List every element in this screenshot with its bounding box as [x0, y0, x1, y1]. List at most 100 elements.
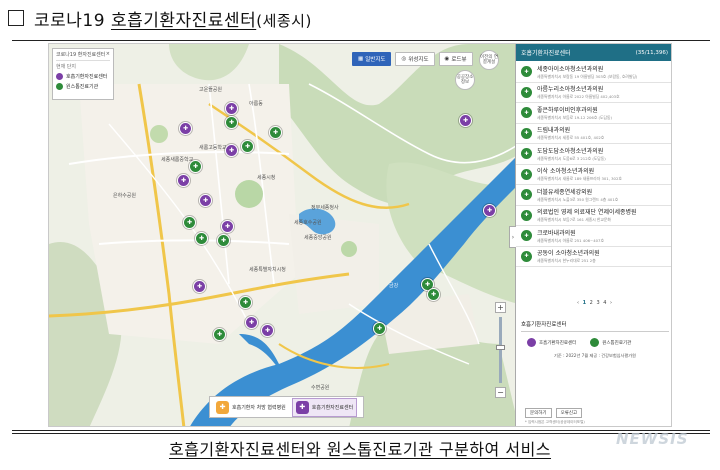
clinic-marker[interactable]: ✚: [183, 216, 196, 229]
center-marker[interactable]: ✚: [221, 220, 234, 233]
map-type-satellite-button[interactable]: ◎ 위성지도: [395, 52, 435, 66]
legend-panel-title-row: 코로나19 환자진료센터 ×: [56, 51, 110, 61]
heading-main: 호흡기환자진료센터: [110, 10, 257, 31]
clinic-marker[interactable]: ✚: [239, 296, 252, 309]
round-button-layer[interactable]: 이전의 연결계설: [479, 50, 499, 70]
panel-buttons: 문의하기 오류신고: [525, 408, 583, 418]
center-marker[interactable]: ✚: [179, 122, 192, 135]
hospital-icon: ✚: [216, 400, 229, 414]
green-dot-icon: [590, 338, 600, 347]
page-link[interactable]: 2: [590, 300, 594, 306]
list-item[interactable]: ✚ 좋은하루이비인후과의원 세종특별자치시 보듬로 19-12 206호 (도담동): [516, 103, 671, 124]
map-label-lake-park: 세종호수공원: [294, 220, 322, 226]
list-item-address: 세종특별자치시 보듬7로 161 세종시 한교문화: [537, 217, 611, 223]
inquiry-button[interactable]: 문의하기: [525, 408, 552, 418]
next-page-button[interactable]: ›: [610, 300, 613, 306]
clinic-marker[interactable]: ✚: [427, 288, 440, 301]
list-item-name: 아름누리소아청소년과의원: [537, 86, 604, 94]
center-marker[interactable]: ✚: [177, 174, 190, 187]
list-item[interactable]: ✚ 아름누리소아청소년과의원 세종특별자치시 아름로 2022 아름빌딩 402,4…: [516, 83, 671, 103]
clinic-marker[interactable]: ✚: [225, 116, 238, 129]
list-item[interactable]: ✚ 크로바내과의원 세종특별자치시 아름로 251 406~407호: [516, 226, 671, 247]
list-item[interactable]: ✚ 의료법인 영제 의료재단 연제이세종병원 세종특별자치시 보듬7로 161 세종…: [516, 206, 671, 226]
heading-sub: (세종시): [256, 11, 312, 30]
zoom-in-button[interactable]: +: [495, 302, 506, 313]
checkbox-square-icon: [8, 10, 24, 26]
zoom-slider-knob[interactable]: [496, 345, 505, 350]
page-link-current[interactable]: 1: [583, 300, 587, 306]
list-item-address: 세종특별자치시 세종로 55 401호, 402호: [537, 135, 605, 141]
center-marker[interactable]: ✚: [225, 102, 238, 115]
list-item[interactable]: ✚ 더블유세종연세강외원 세종특별자치시 노을3로 350 원그랜드 4층 401호: [516, 185, 671, 206]
clinic-icon: ✚: [295, 400, 309, 414]
list-item[interactable]: ✚ 세종아이소아청소년과의원 세종특별자치시 보람동 19 아름빌딩 303호 (보…: [516, 62, 671, 83]
clinic-marker[interactable]: ✚: [241, 140, 254, 153]
list-item-address: 세종특별자치시 아름로 2022 아름빌딩 402,403호: [537, 94, 620, 100]
clinic-marker[interactable]: ✚: [269, 126, 282, 139]
clinic-icon: ✚: [521, 66, 532, 78]
map-type-toolbar: ▦ 일반지도 ◎ 위성지도 ◉ 로드뷰: [352, 52, 473, 66]
clinic-icon: ✚: [521, 127, 532, 139]
heading-prefix: 코로나19: [34, 10, 106, 31]
center-marker[interactable]: ✚: [245, 316, 258, 329]
green-dot-icon: [56, 83, 63, 90]
list-item-address: 세종특별자치시 보람동 19 아름빌딩 303호 (보람동, 호려빌딩): [537, 73, 638, 79]
center-marker[interactable]: ✚: [483, 204, 496, 217]
map-screenshot-frame: 세종특별자치시청 정부세종청사 세종중앙공원 세종호수공원 금강 새롬고등학교 …: [48, 43, 672, 427]
list-item[interactable]: ✚ 드림내과의원 세종특별자치시 세종로 55 401호, 402호: [516, 124, 671, 144]
map-label-city-hall: 세종시청: [257, 175, 276, 181]
detail-legend: 호흡기환자진료센터 원스톱진료기관: [521, 338, 669, 347]
roadview-button[interactable]: ◉ 로드뷰: [438, 52, 473, 66]
center-marker[interactable]: ✚: [261, 324, 274, 337]
report-error-button[interactable]: 오류신고: [555, 408, 583, 418]
center-marker[interactable]: ✚: [225, 144, 238, 157]
caption-text: 호흡기환자진료센터와 원스톱진료기관 구분하여 서비스: [168, 440, 552, 459]
clinic-marker[interactable]: ✚: [189, 160, 202, 173]
map-label-saerom-high: 새롬고등학교: [199, 145, 227, 151]
list-item[interactable]: ✚ 공동이 소아청소년과의원 세종특별자치시 한누리대로 251 2층: [516, 247, 671, 267]
clinic-marker[interactable]: ✚: [217, 234, 230, 247]
close-icon[interactable]: ×: [106, 51, 110, 58]
results-panel-title: 호흡기환자진료센터: [521, 50, 571, 57]
clinic-marker[interactable]: ✚: [373, 322, 386, 335]
center-marker[interactable]: ✚: [199, 194, 212, 207]
clinic-icon: ✚: [521, 168, 532, 180]
document-heading: 코로나19 호흡기환자진료센터(세종시): [8, 4, 312, 32]
detail-legend-label: 호흡기환자진료센터: [539, 340, 577, 346]
list-item-name: 의료법인 영제 의료재단 연제이세종병원: [537, 209, 637, 217]
filter-prescription-hospital[interactable]: ✚ 호흡기환자 처방 협력병원: [216, 400, 286, 414]
map-legend-filter: ✚ 호흡기환자 처방 협력병원 ✚ 호흡기환자진료센터: [209, 396, 365, 418]
caption: 호흡기환자진료센터와 원스톱진료기관 구분하여 서비스: [0, 436, 720, 460]
round-button-public[interactable]: 공공장소 정보: [455, 70, 475, 90]
clinic-icon: ✚: [521, 107, 532, 119]
panel-collapse-button[interactable]: ›: [509, 226, 516, 248]
list-item-name: 도담도담소아청소년과의원: [537, 147, 604, 155]
heading-text: 코로나19 호흡기환자진료센터(세종시): [34, 6, 312, 31]
legend-row-center[interactable]: 호흡기환자진료센터: [56, 73, 110, 80]
page-link[interactable]: 4: [603, 300, 607, 306]
clinic-marker[interactable]: ✚: [213, 328, 226, 341]
zoom-slider[interactable]: [496, 317, 505, 383]
map-label-river: 금강: [389, 283, 399, 289]
list-item-name: 세종아이소아청소년과의원: [537, 65, 604, 73]
list-item[interactable]: ✚ 이삭 소아청소년과의원 세종특별자치시 새롬로 189 새롬프라자 301, 3…: [516, 165, 671, 185]
prev-page-button[interactable]: ‹: [577, 300, 580, 306]
zoom-out-button[interactable]: −: [495, 387, 506, 398]
detail-legend-label: 원스톱진료기관: [602, 340, 632, 346]
roadview-icon: ◉: [444, 56, 450, 62]
map-label-goundeul-park: 고운뜰공원: [199, 87, 223, 93]
filter-respiratory-center[interactable]: ✚ 호흡기환자진료센터: [291, 397, 358, 417]
center-marker[interactable]: ✚: [193, 280, 206, 293]
clinic-marker[interactable]: ✚: [195, 232, 208, 245]
purple-dot-icon: [56, 73, 63, 80]
page-link[interactable]: 3: [596, 300, 600, 306]
list-item-address: 세종특별자치시 노을3로 350 원그랜드 4층 401호: [537, 196, 619, 202]
top-divider: [12, 40, 710, 41]
list-item-address: 세종특별자치시 아름로 251 406~407호: [537, 237, 604, 243]
map-type-general-button[interactable]: ▦ 일반지도: [352, 52, 392, 66]
clinic-icon: ✚: [521, 230, 532, 242]
legend-row-clinic[interactable]: 원스톱진료기관: [56, 83, 110, 90]
center-marker[interactable]: ✚: [459, 114, 472, 127]
clinic-icon: ✚: [521, 86, 532, 98]
list-item[interactable]: ✚ 도담도담소아청소년과의원 세종특별자치시 도움6로 3 212호 (도담동): [516, 144, 671, 165]
